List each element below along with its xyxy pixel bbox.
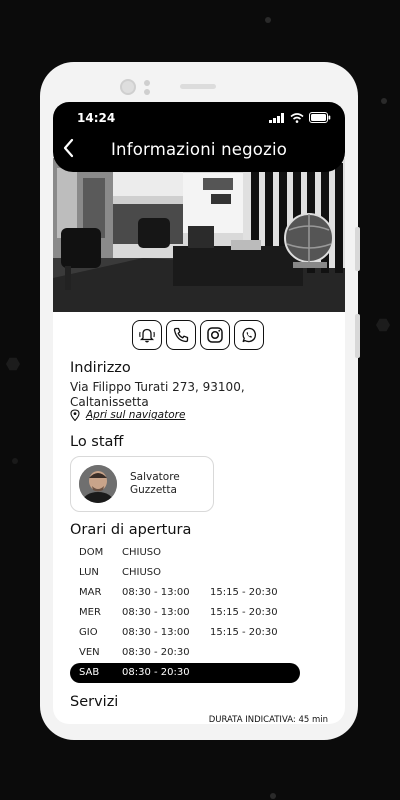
address-heading: Indirizzo bbox=[70, 360, 131, 376]
opening-hours-table: DOM CHIUSO LUN CHIUSO MAR 08:30 - 13:00 … bbox=[70, 543, 300, 683]
hours-morning: CHIUSO bbox=[122, 567, 161, 578]
background-dot bbox=[270, 793, 276, 799]
hours-morning: 08:30 - 20:30 bbox=[122, 647, 190, 658]
location-pin-icon bbox=[70, 409, 80, 421]
phone-sensor bbox=[144, 80, 150, 86]
page-title: Informazioni negozio bbox=[110, 140, 288, 159]
hours-row-sab-today: SAB 08:30 - 20:30 bbox=[70, 663, 300, 683]
hours-row-ven: VEN 08:30 - 20:30 bbox=[70, 643, 300, 663]
wifi-icon bbox=[290, 112, 304, 123]
contact-buttons bbox=[132, 320, 264, 350]
staff-last-name: Guzzetta bbox=[130, 484, 177, 496]
bell-icon bbox=[139, 328, 155, 343]
hours-row-gio: GIO 08:30 - 13:00 15:15 - 20:30 bbox=[70, 623, 300, 643]
address-line-1: Via Filippo Turati 273, 93100, bbox=[70, 380, 245, 394]
status-time: 14:24 bbox=[77, 111, 116, 125]
hours-day: VEN bbox=[79, 647, 100, 658]
background-dot bbox=[12, 458, 18, 464]
hours-day: SAB bbox=[79, 667, 100, 678]
open-navigator-link[interactable]: Apri sul navigatore bbox=[70, 409, 185, 421]
hours-row-dom: DOM CHIUSO bbox=[70, 543, 300, 563]
status-icons bbox=[269, 112, 331, 123]
background-dot bbox=[265, 17, 271, 23]
battery-icon bbox=[309, 112, 331, 123]
hours-morning: CHIUSO bbox=[122, 547, 161, 558]
hours-day: MER bbox=[79, 607, 101, 618]
phone-camera bbox=[120, 79, 136, 95]
hours-day: MAR bbox=[79, 587, 102, 598]
instagram-button[interactable] bbox=[200, 320, 230, 350]
hours-morning: 08:30 - 13:00 bbox=[122, 587, 190, 598]
address-line-2: Caltanissetta bbox=[70, 395, 149, 409]
app-header: 14:24 Informazioni negozio bbox=[53, 102, 345, 172]
hours-morning: 08:30 - 13:00 bbox=[122, 627, 190, 638]
hours-morning: 08:30 - 20:30 bbox=[122, 667, 190, 678]
hours-afternoon: 15:15 - 20:30 bbox=[210, 627, 278, 638]
hours-row-mar: MAR 08:30 - 13:00 15:15 - 20:30 bbox=[70, 583, 300, 603]
hours-row-mer: MER 08:30 - 13:00 15:15 - 20:30 bbox=[70, 603, 300, 623]
hours-heading: Orari di apertura bbox=[70, 522, 192, 538]
phone-sensor bbox=[144, 89, 150, 95]
instagram-icon bbox=[207, 327, 223, 343]
notify-button[interactable] bbox=[132, 320, 162, 350]
phone-side-button bbox=[355, 314, 360, 358]
signal-icon bbox=[269, 112, 284, 123]
hours-day: DOM bbox=[79, 547, 104, 558]
staff-card[interactable]: Salvatore Guzzetta bbox=[70, 456, 214, 512]
background-hexagon bbox=[376, 318, 390, 332]
whatsapp-icon bbox=[242, 327, 257, 343]
call-button[interactable] bbox=[166, 320, 196, 350]
background-hexagon bbox=[6, 357, 20, 371]
phone-speaker bbox=[180, 84, 216, 89]
hours-row-lun: LUN CHIUSO bbox=[70, 563, 300, 583]
hours-morning: 08:30 - 13:00 bbox=[122, 607, 190, 618]
app-screen: 14:24 Informazioni negozio Indirizzo Via… bbox=[53, 102, 345, 724]
background-dot bbox=[381, 98, 387, 104]
phone-side-button bbox=[355, 227, 360, 271]
duration-note: DURATA INDICATIVA: 45 min bbox=[208, 715, 328, 724]
hours-day: GIO bbox=[79, 627, 98, 638]
staff-first-name: Salvatore bbox=[130, 471, 180, 483]
avatar bbox=[79, 465, 117, 503]
phone-icon bbox=[173, 327, 189, 343]
hours-day: LUN bbox=[79, 567, 99, 578]
open-navigator-label: Apri sul navigatore bbox=[86, 409, 186, 421]
staff-heading: Lo staff bbox=[70, 434, 124, 450]
shop-photo bbox=[53, 158, 345, 312]
hours-afternoon: 15:15 - 20:30 bbox=[210, 587, 278, 598]
staff-name: Salvatore Guzzetta bbox=[130, 471, 210, 497]
phone-frame: 14:24 Informazioni negozio Indirizzo Via… bbox=[40, 62, 360, 740]
services-heading: Servizi bbox=[70, 694, 119, 710]
whatsapp-button[interactable] bbox=[234, 320, 264, 350]
hours-afternoon: 15:15 - 20:30 bbox=[210, 607, 278, 618]
